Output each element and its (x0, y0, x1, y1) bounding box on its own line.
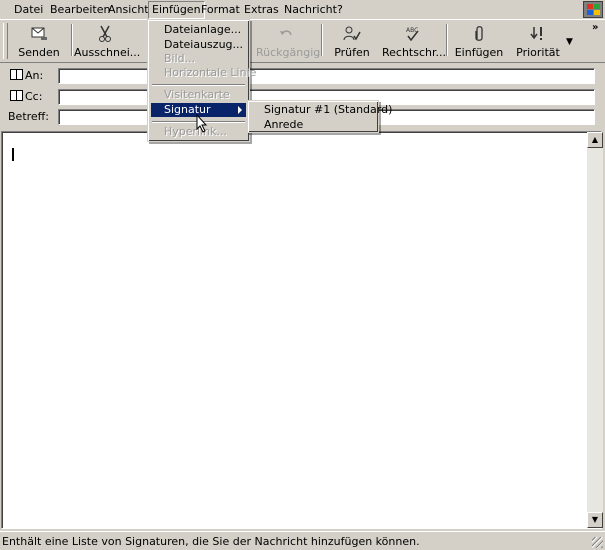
spellcheck-icon: ABC (382, 25, 444, 43)
menu-help[interactable]: ? (333, 2, 347, 18)
mouse-cursor-icon (196, 114, 208, 133)
menu-nachricht[interactable]: Nachricht (280, 2, 341, 18)
paperclip-icon (452, 25, 506, 43)
menu-ansicht[interactable]: Ansicht (104, 2, 153, 18)
menu-item-salutation[interactable]: Anrede (251, 118, 375, 132)
menu-bar: Datei Bearbeiten Ansicht Einfügen Format… (0, 0, 605, 20)
menu-item-file-attachment[interactable]: Dateianlage... (151, 23, 246, 37)
menu-separator (152, 84, 245, 86)
subject-label: Betreff: (8, 110, 49, 123)
cc-label[interactable]: Cc: (10, 89, 42, 105)
undo-button[interactable]: Rückgängig (256, 22, 320, 60)
address-book-icon (10, 69, 23, 80)
attach-button[interactable]: Einfügen (452, 22, 506, 60)
menu-item-business-card[interactable]: Visitenkarte (151, 88, 246, 102)
resize-grip[interactable] (592, 537, 603, 548)
text-caret (12, 148, 14, 161)
message-body-editor[interactable] (1, 131, 602, 529)
priority-button[interactable]: Priorität (512, 22, 564, 60)
windows-logo-icon (583, 1, 603, 18)
toolbar-separator (321, 24, 323, 56)
signature-submenu: Signatur #1 (Standard) Anrede (247, 100, 392, 133)
send-button[interactable]: Senden (10, 22, 68, 60)
menu-item-picture[interactable]: Bild... (151, 52, 246, 66)
send-icon (10, 25, 68, 43)
priority-icon (512, 25, 564, 43)
menu-item-signature-1[interactable]: Signatur #1 (Standard) (251, 103, 392, 117)
vertical-scrollbar[interactable]: ▲ ▼ (587, 132, 603, 528)
menu-extras[interactable]: Extras (240, 2, 283, 18)
scissors-icon (74, 25, 136, 43)
undo-icon (256, 25, 316, 43)
menu-format[interactable]: Format (197, 2, 244, 18)
status-text: Enthält eine Liste von Signaturen, die S… (2, 535, 420, 548)
toolbar-grip[interactable] (3, 23, 8, 59)
cut-button[interactable]: Ausschnei... (74, 22, 140, 60)
menu-item-horizontal-line[interactable]: Horizontale Linie (151, 66, 256, 80)
menubar-overflow-icon[interactable]: » (592, 22, 598, 33)
address-book-icon (10, 90, 23, 101)
spelling-button[interactable]: ABC Rechtschr... (382, 22, 446, 60)
toolbar-separator (446, 24, 448, 56)
toolbar-overflow-icon[interactable]: ▼ (566, 37, 573, 47)
submenu-arrow-icon (238, 106, 242, 114)
toolbar-separator (71, 24, 73, 56)
scroll-up-button[interactable]: ▲ (587, 132, 603, 148)
check-names-button[interactable]: Prüfen (326, 22, 378, 60)
status-bar: Enthält eine Liste von Signaturen, die S… (0, 531, 605, 550)
check-names-icon (326, 25, 378, 43)
to-field[interactable] (58, 68, 595, 84)
scroll-down-button[interactable]: ▼ (587, 512, 603, 528)
to-label[interactable]: An: (10, 68, 43, 84)
toolbar: Senden Ausschnei... Rückgängig Prüfen AB… (0, 20, 605, 63)
menu-datei[interactable]: Datei (10, 2, 47, 18)
menu-item-file-excerpt[interactable]: Dateiauszug... (151, 38, 246, 52)
